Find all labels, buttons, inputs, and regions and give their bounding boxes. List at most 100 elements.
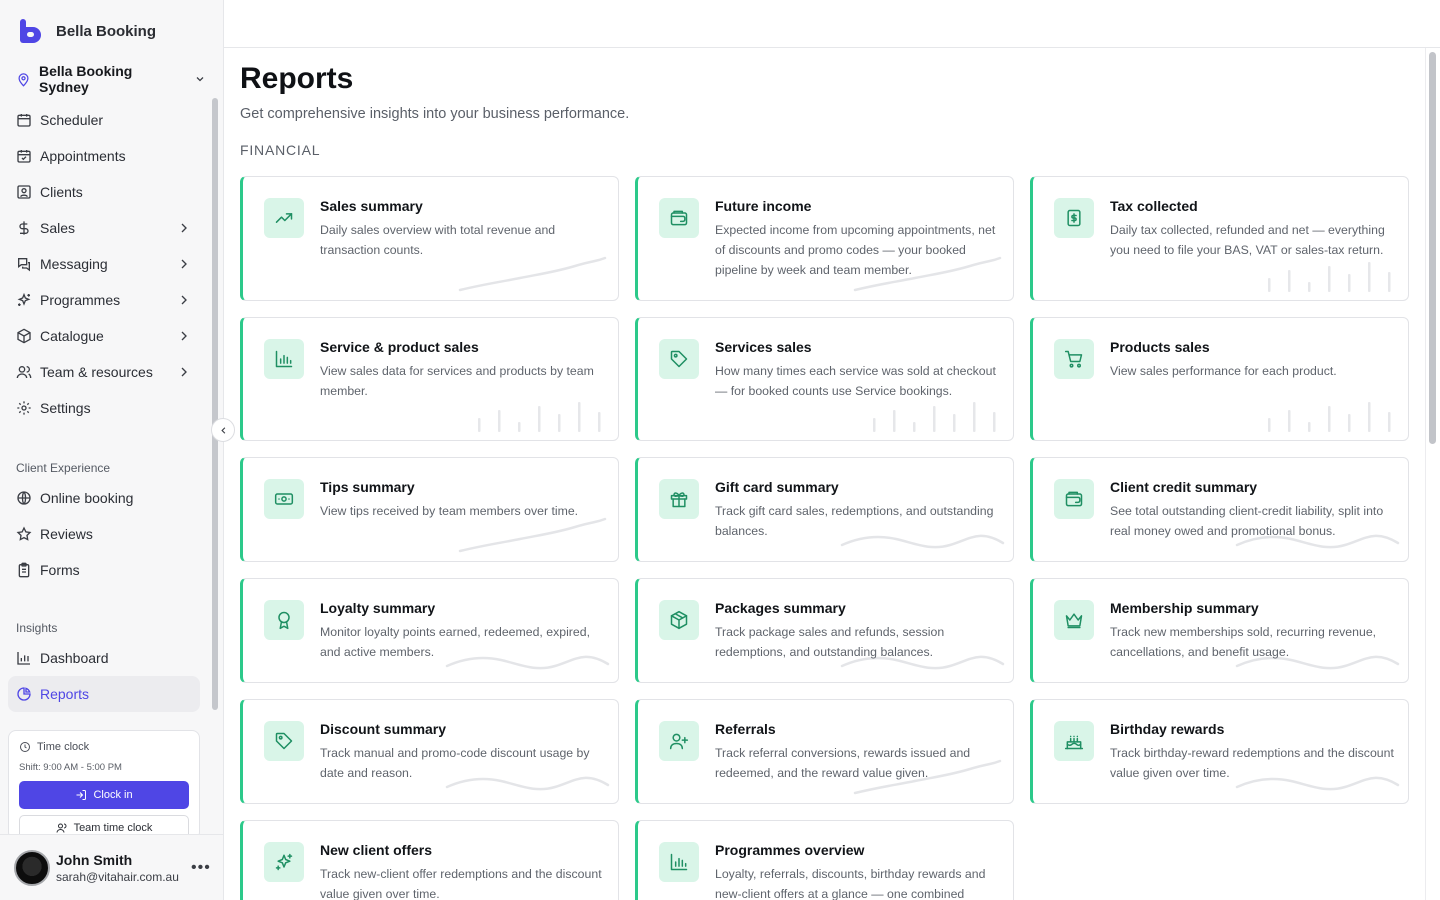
brand[interactable]: Bella Booking: [18, 18, 156, 44]
report-card[interactable]: Referrals Track referral conversions, rew…: [635, 699, 1014, 804]
shift-hours: Shift: 9:00 AM - 5:00 PM: [19, 762, 122, 773]
location-selector[interactable]: Bella Booking Sydney: [16, 63, 206, 95]
sidebar-item-forms[interactable]: Forms: [8, 552, 200, 588]
bar-chart-icon: [659, 842, 699, 882]
sidebar: Bella Booking Bella Booking Sydney Sched…: [0, 0, 224, 900]
report-card[interactable]: Tax collected Daily tax collected, refund…: [1030, 176, 1409, 301]
package-icon: [659, 600, 699, 640]
report-title: New client offers: [320, 842, 433, 858]
sidebar-item-label: Online booking: [40, 490, 134, 506]
globe-icon: [16, 490, 32, 506]
collapse-sidebar-button[interactable]: [211, 418, 235, 442]
bars-decoration: [873, 402, 996, 432]
sidebar-item-label: Dashboard: [40, 650, 109, 666]
sidebar-item-messaging[interactable]: Messaging: [8, 246, 200, 282]
report-description: Track referral conversions, rewards issu…: [715, 746, 971, 780]
report-description: Track new-client offer redemptions and t…: [320, 867, 602, 900]
crown-icon: [1054, 600, 1094, 640]
calendar-check-icon: [16, 148, 32, 164]
report-title: Birthday rewards: [1110, 721, 1225, 737]
report-card[interactable]: Programmes overview Loyalty, referrals, d…: [635, 820, 1014, 900]
report-title: Referrals: [715, 721, 776, 737]
sidebar-item-reviews[interactable]: Reviews: [8, 516, 200, 552]
report-card[interactable]: Loyalty summary Monitor loyalty points ea…: [240, 578, 619, 683]
report-title: Membership summary: [1110, 600, 1259, 616]
report-description: Loyalty, referrals, discounts, birthday …: [715, 867, 986, 900]
sidebar-item-online-booking[interactable]: Online booking: [8, 480, 200, 516]
award-icon: [264, 600, 304, 640]
time-clock-widget: Time clock Shift: 9:00 AM - 5:00 PM Cloc…: [8, 730, 200, 840]
report-description: Expected income from upcoming appointmen…: [715, 223, 996, 277]
trending-up-icon: [264, 198, 304, 238]
sidebar-item-sales[interactable]: Sales: [8, 210, 200, 246]
clock-in-button[interactable]: Clock in: [19, 781, 189, 809]
report-card[interactable]: Client credit summary See total outstandi…: [1030, 457, 1409, 562]
sidebar-item-reports[interactable]: Reports: [8, 676, 200, 712]
clipboard-icon: [16, 562, 32, 578]
brand-logo-icon: [20, 19, 41, 43]
report-card[interactable]: Gift card summary Track gift card sales, …: [635, 457, 1014, 562]
user-email: sarah@vitahair.com.au: [56, 869, 179, 884]
receipt-icon: [1054, 198, 1094, 238]
calendar-icon: [16, 112, 32, 128]
sidebar-item-label: Programmes: [40, 292, 121, 308]
user-name: John Smith: [56, 851, 133, 868]
sidebar-item-settings[interactable]: Settings: [8, 390, 200, 426]
report-card[interactable]: Products sales View sales performance for…: [1030, 317, 1409, 441]
report-title: Tips summary: [320, 479, 415, 495]
report-description: How many times each service was sold at …: [715, 364, 996, 398]
avatar: [14, 849, 50, 886]
report-description: View sales data for services and product…: [320, 364, 594, 398]
report-card[interactable]: Packages summary Track package sales and …: [635, 578, 1014, 683]
wallet-icon: [659, 198, 699, 238]
report-card[interactable]: Future income Expected income from upcomi…: [635, 176, 1014, 301]
main-scrollbar-thumb[interactable]: [1429, 52, 1436, 444]
page-title: Reports: [240, 62, 354, 95]
gift-icon: [659, 479, 699, 519]
report-card[interactable]: Services sales How many times each servic…: [635, 317, 1014, 441]
user-plus-icon: [659, 721, 699, 761]
user-profile[interactable]: John Smith sarah@vitahair.com.au •••: [0, 834, 223, 900]
report-description: Daily sales overview with total revenue …: [320, 223, 556, 257]
report-description: Daily tax collected, refunded and net — …: [1110, 223, 1385, 257]
pie-chart-icon: [16, 686, 32, 702]
dollar-icon: [16, 220, 32, 236]
report-description: Track new memberships sold, recurring re…: [1110, 625, 1377, 659]
report-card[interactable]: Tips summary View tips received by team m…: [240, 457, 619, 562]
sidebar-scrollbar-thumb[interactable]: [212, 98, 218, 710]
report-card[interactable]: Discount summary Track manual and promo-c…: [240, 699, 619, 804]
report-card[interactable]: New client offers Track new-client offer …: [240, 820, 619, 900]
more-options-icon[interactable]: •••: [191, 859, 211, 877]
report-card[interactable]: Service & product sales View sales data f…: [240, 317, 619, 441]
chevron-right-icon: [181, 223, 187, 233]
chevron-right-icon: [181, 367, 187, 377]
cake-icon: [1054, 721, 1094, 761]
sidebar-item-scheduler[interactable]: Scheduler: [8, 102, 200, 138]
sidebar-item-label: Catalogue: [40, 328, 104, 344]
sidebar-item-team-resources[interactable]: Team & resources: [8, 354, 200, 390]
report-description: Track manual and promo-code discount usa…: [320, 746, 590, 780]
report-card[interactable]: Membership summary Track new memberships …: [1030, 578, 1409, 683]
report-description: Track birthday-reward redemptions and th…: [1110, 746, 1394, 780]
sidebar-item-clients[interactable]: Clients: [8, 174, 200, 210]
report-card[interactable]: Sales summary Daily sales overview with t…: [240, 176, 619, 301]
section-label-client-experience: Client Experience: [16, 461, 111, 475]
sidebar-item-catalogue[interactable]: Catalogue: [8, 318, 200, 354]
sidebar-item-programmes[interactable]: Programmes: [8, 282, 200, 318]
contact-icon: [16, 184, 32, 200]
sidebar-item-dashboard[interactable]: Dashboard: [8, 640, 200, 676]
report-card[interactable]: Birthday rewards Track birthday-reward re…: [1030, 699, 1409, 804]
bars-decoration: [1268, 262, 1391, 292]
bars-decoration: [478, 402, 601, 432]
report-title: Service & product sales: [320, 339, 479, 355]
report-description: Track gift card sales, redemptions, and …: [715, 504, 994, 538]
users-icon: [56, 823, 67, 833]
sidebar-item-label: Messaging: [40, 256, 108, 272]
tag-icon: [264, 721, 304, 761]
sidebar-item-appointments[interactable]: Appointments: [8, 138, 200, 174]
time-clock-title: Time clock: [37, 741, 90, 753]
sparkles-icon: [264, 842, 304, 882]
report-title: Sales summary: [320, 198, 423, 214]
report-title: Services sales: [715, 339, 812, 355]
report-title: Client credit summary: [1110, 479, 1258, 495]
